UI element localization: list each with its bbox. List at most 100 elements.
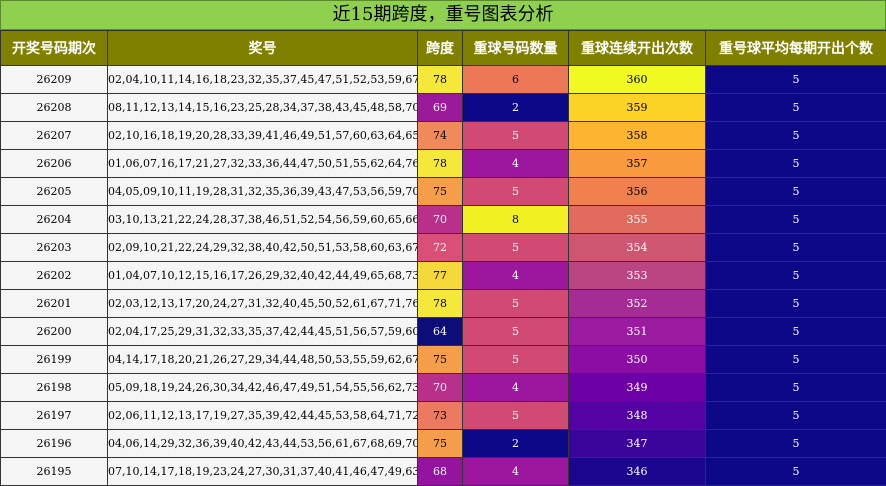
cell-consecutive: 355: [568, 205, 706, 234]
table-row: 26203 02,09,10,21,22,24,29,32,38,40,42,50…: [0, 233, 886, 262]
cell-average: 5: [705, 149, 886, 178]
cell-span: 74: [417, 121, 463, 150]
cell-repeat-count: 5: [462, 345, 569, 374]
header-span: 跨度: [417, 30, 463, 66]
cell-repeat-count: 4: [462, 373, 569, 402]
cell-numbers: 01,06,07,16,17,21,27,32,33,36,44,47,50,5…: [107, 149, 418, 178]
cell-consecutive: 359: [568, 93, 706, 122]
table-row: 26196 04,06,14,29,32,36,39,40,42,43,44,53…: [0, 429, 886, 458]
cell-consecutive: 357: [568, 149, 706, 178]
cell-numbers: 02,04,10,11,14,16,18,23,32,35,37,45,47,5…: [107, 65, 418, 94]
analysis-table: 开奖号码期次 奖号 跨度 重球号码数量 重球连续开出次数 重号球平均每期开出个数…: [0, 30, 886, 486]
cell-average: 5: [705, 233, 886, 262]
cell-average: 5: [705, 205, 886, 234]
cell-issue: 26200: [0, 317, 108, 346]
header-row: 开奖号码期次 奖号 跨度 重球号码数量 重球连续开出次数 重号球平均每期开出个数: [0, 30, 886, 66]
cell-numbers: 05,09,18,19,24,26,30,34,42,46,47,49,51,5…: [107, 373, 418, 402]
cell-average: 5: [705, 457, 886, 486]
cell-issue: 26204: [0, 205, 108, 234]
cell-average: 5: [705, 345, 886, 374]
cell-span: 73: [417, 401, 463, 430]
header-issue: 开奖号码期次: [0, 30, 108, 66]
cell-span: 78: [417, 289, 463, 318]
table-row: 26202 01,04,07,10,12,15,16,17,26,29,32,40…: [0, 261, 886, 290]
cell-numbers: 03,10,13,21,22,24,28,37,38,46,51,52,54,5…: [107, 205, 418, 234]
cell-repeat-count: 5: [462, 317, 569, 346]
table-row: 26208 08,11,12,13,14,15,16,23,25,28,34,37…: [0, 93, 886, 122]
cell-numbers: 04,14,17,18,20,21,26,27,29,34,44,48,50,5…: [107, 345, 418, 374]
cell-repeat-count: 5: [462, 289, 569, 318]
cell-repeat-count: 8: [462, 205, 569, 234]
table-row: 26205 04,05,09,10,11,19,28,31,32,35,36,39…: [0, 177, 886, 206]
cell-numbers: 07,10,14,17,18,19,23,24,27,30,31,37,40,4…: [107, 457, 418, 486]
cell-span: 70: [417, 205, 463, 234]
cell-span: 75: [417, 177, 463, 206]
cell-issue: 26205: [0, 177, 108, 206]
cell-span: 75: [417, 429, 463, 458]
cell-consecutive: 350: [568, 345, 706, 374]
cell-span: 75: [417, 345, 463, 374]
cell-repeat-count: 4: [462, 149, 569, 178]
cell-numbers: 02,09,10,21,22,24,29,32,38,40,42,50,51,5…: [107, 233, 418, 262]
cell-consecutive: 348: [568, 401, 706, 430]
cell-consecutive: 347: [568, 429, 706, 458]
cell-numbers: 02,06,11,12,13,17,19,27,35,39,42,44,45,5…: [107, 401, 418, 430]
header-numbers: 奖号: [107, 30, 418, 66]
cell-numbers: 02,04,17,25,29,31,32,33,35,37,42,44,45,5…: [107, 317, 418, 346]
cell-repeat-count: 5: [462, 121, 569, 150]
cell-span: 70: [417, 373, 463, 402]
cell-average: 5: [705, 373, 886, 402]
cell-consecutive: 353: [568, 261, 706, 290]
table-row: 26207 02,10,16,18,19,20,28,33,39,41,46,49…: [0, 121, 886, 150]
cell-numbers: 01,04,07,10,12,15,16,17,26,29,32,40,42,4…: [107, 261, 418, 290]
header-consecutive: 重球连续开出次数: [568, 30, 706, 66]
table-body: 26209 02,04,10,11,14,16,18,23,32,35,37,45…: [0, 65, 886, 486]
cell-consecutive: 346: [568, 457, 706, 486]
cell-average: 5: [705, 289, 886, 318]
cell-issue: 26196: [0, 429, 108, 458]
cell-issue: 26198: [0, 373, 108, 402]
cell-numbers: 02,10,16,18,19,20,28,33,39,41,46,49,51,5…: [107, 121, 418, 150]
table-row: 26200 02,04,17,25,29,31,32,33,35,37,42,44…: [0, 317, 886, 346]
cell-span: 68: [417, 457, 463, 486]
cell-repeat-count: 5: [462, 233, 569, 262]
cell-issue: 26203: [0, 233, 108, 262]
cell-numbers: 04,05,09,10,11,19,28,31,32,35,36,39,43,4…: [107, 177, 418, 206]
cell-average: 5: [705, 401, 886, 430]
cell-average: 5: [705, 93, 886, 122]
header-repeat-count: 重球号码数量: [462, 30, 569, 66]
cell-repeat-count: 4: [462, 261, 569, 290]
cell-consecutive: 351: [568, 317, 706, 346]
cell-issue: 26199: [0, 345, 108, 374]
cell-consecutive: 360: [568, 65, 706, 94]
cell-issue: 26202: [0, 261, 108, 290]
cell-issue: 26201: [0, 289, 108, 318]
cell-consecutive: 354: [568, 233, 706, 262]
cell-consecutive: 352: [568, 289, 706, 318]
cell-span: 77: [417, 261, 463, 290]
cell-span: 78: [417, 65, 463, 94]
cell-average: 5: [705, 121, 886, 150]
cell-consecutive: 358: [568, 121, 706, 150]
header-average: 重号球平均每期开出个数: [705, 30, 886, 66]
cell-repeat-count: 5: [462, 177, 569, 206]
table-row: 26209 02,04,10,11,14,16,18,23,32,35,37,45…: [0, 65, 886, 94]
cell-numbers: 08,11,12,13,14,15,16,23,25,28,34,37,38,4…: [107, 93, 418, 122]
cell-repeat-count: 6: [462, 65, 569, 94]
cell-issue: 26195: [0, 457, 108, 486]
cell-repeat-count: 2: [462, 93, 569, 122]
cell-span: 64: [417, 317, 463, 346]
cell-issue: 26206: [0, 149, 108, 178]
table-row: 26201 02,03,12,13,17,20,24,27,31,32,40,45…: [0, 289, 886, 318]
table-row: 26199 04,14,17,18,20,21,26,27,29,34,44,48…: [0, 345, 886, 374]
cell-consecutive: 349: [568, 373, 706, 402]
cell-issue: 26209: [0, 65, 108, 94]
cell-issue: 26197: [0, 401, 108, 430]
table-row: 26206 01,06,07,16,17,21,27,32,33,36,44,47…: [0, 149, 886, 178]
page-title: 近15期跨度，重号图表分析: [0, 0, 886, 30]
cell-issue: 26207: [0, 121, 108, 150]
cell-average: 5: [705, 65, 886, 94]
cell-repeat-count: 4: [462, 457, 569, 486]
table-row: 26195 07,10,14,17,18,19,23,24,27,30,31,37…: [0, 457, 886, 486]
cell-average: 5: [705, 177, 886, 206]
